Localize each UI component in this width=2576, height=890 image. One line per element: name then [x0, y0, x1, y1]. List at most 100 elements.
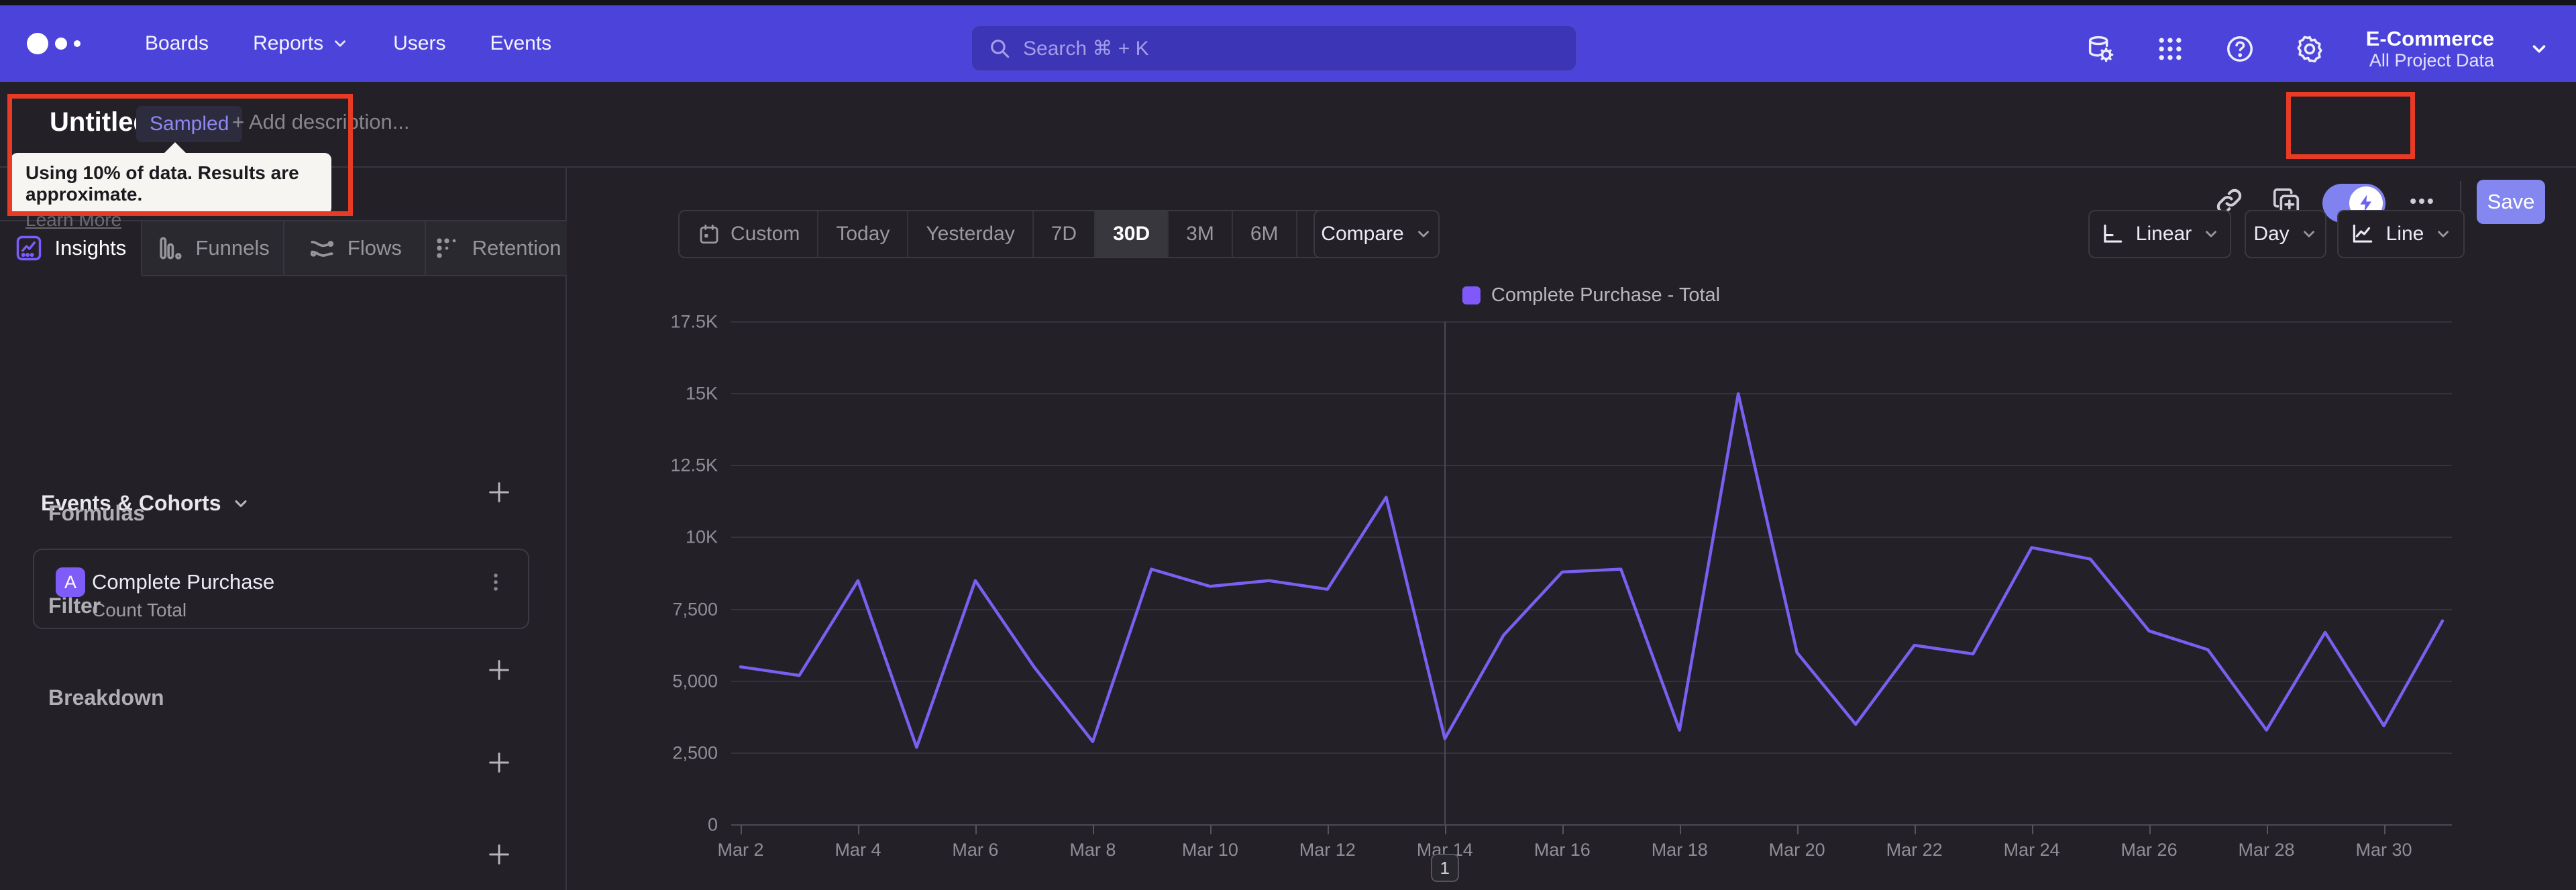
chart-type-dropdown[interactable]: Line [2337, 210, 2465, 258]
chart-type-label: Line [2385, 223, 2424, 245]
y-axis-label: 7,500 [672, 599, 718, 620]
range-yesterday[interactable]: Yesterday [908, 211, 1034, 257]
range-custom[interactable]: Custom [680, 211, 819, 257]
compare-label: Compare [1321, 223, 1404, 245]
section-filter: Filter [48, 594, 101, 618]
y-axis-label: 12.5K [670, 455, 718, 476]
interval-label: Day [2253, 223, 2290, 245]
event-letter-badge: A [56, 567, 85, 597]
chevron-down-icon [2303, 231, 2314, 237]
kebab-menu-icon[interactable] [482, 569, 509, 596]
compare-dropdown[interactable]: Compare [1313, 210, 1440, 258]
x-axis-tick [1796, 825, 1799, 834]
x-axis-label: Mar 30 [2355, 840, 2412, 860]
range-label: Custom [731, 223, 800, 245]
x-axis-tick [741, 825, 742, 834]
x-axis-label: Mar 24 [2003, 840, 2060, 860]
legend-label: Complete Purchase - Total [1491, 284, 1721, 306]
add-description-button[interactable]: + Add description... [232, 110, 410, 134]
chevron-down-icon [1417, 231, 1429, 237]
nav-item-label: Reports [253, 32, 324, 54]
project-switcher[interactable]: E-Commerce All Project Data [2366, 27, 2494, 72]
nav-item-events[interactable]: Events [490, 32, 551, 55]
nav-item-reports[interactable]: Reports [253, 32, 349, 55]
x-axis-tick [1444, 825, 1446, 834]
x-axis-label: Mar 4 [835, 840, 881, 860]
y-axis-label: 15K [685, 383, 718, 404]
nav-item-label: Events [490, 32, 552, 54]
add-breakdown-button[interactable] [484, 840, 514, 869]
annotation-chip[interactable]: 1 [1430, 854, 1459, 882]
search-input[interactable]: Search ⌘ + K [971, 25, 1576, 71]
date-range-control: Custom Today Yesterday 7D 30D 3M 6M 12M [678, 210, 1373, 258]
add-formula-button[interactable] [484, 655, 514, 685]
apps-grid-icon[interactable] [2153, 32, 2188, 66]
x-axis-label: Mar 18 [1651, 840, 1708, 860]
range-label: 3M [1186, 223, 1214, 245]
y-axis-label: 10K [685, 526, 718, 547]
report-title[interactable]: Untitled [50, 107, 150, 137]
interval-dropdown[interactable]: Day [2245, 210, 2326, 258]
series-line [739, 392, 2445, 749]
range-label: 6M [1250, 223, 1279, 245]
chevron-down-icon[interactable] [2529, 39, 2549, 59]
mixpanel-logo[interactable] [27, 33, 80, 54]
chart-series-svg [739, 392, 2445, 749]
x-axis-label: Mar 6 [952, 840, 999, 860]
x-axis-label: Mar 20 [1768, 840, 1825, 860]
query-builder-sidebar: Insights Funnels Flows Retention Events … [0, 168, 567, 890]
retention-icon [437, 238, 456, 258]
range-6m[interactable]: 6M [1233, 211, 1297, 257]
x-axis-tick [857, 825, 859, 834]
add-filter-button[interactable] [484, 748, 514, 777]
range-7d[interactable]: 7D [1034, 211, 1096, 257]
chart-legend[interactable]: Complete Purchase - Total [1462, 284, 1720, 307]
save-button[interactable]: Save [2477, 180, 2545, 224]
range-3m[interactable]: 3M [1169, 211, 1233, 257]
range-label: 30D [1113, 223, 1150, 245]
flows-icon [310, 241, 334, 257]
add-event-button[interactable] [484, 478, 514, 507]
insights-icon [17, 235, 42, 261]
x-axis-tick [1327, 825, 1329, 834]
range-today[interactable]: Today [818, 211, 909, 257]
x-axis-tick [2031, 825, 2033, 834]
tab-retention[interactable]: Retention [426, 221, 567, 276]
nav-item-label: Boards [145, 32, 209, 54]
calendar-icon [700, 224, 718, 244]
chevron-down-icon [2438, 231, 2449, 237]
event-name[interactable]: Complete Purchase [92, 570, 274, 594]
learn-more-link[interactable]: Learn More [25, 209, 121, 231]
scale-dropdown[interactable]: Linear [2088, 210, 2231, 258]
search-icon [991, 40, 1010, 58]
search-placeholder: Search ⌘ + K [1023, 37, 1149, 60]
nav-item-users[interactable]: Users [393, 32, 445, 55]
tab-label: Flows [347, 236, 402, 260]
event-card[interactable]: A Complete Purchase Count Total [33, 549, 529, 629]
tab-label: Insights [54, 236, 127, 260]
event-metric[interactable]: Count Total [92, 600, 186, 621]
y-axis-label: 2,500 [672, 742, 718, 763]
settings-gear-icon[interactable] [2292, 32, 2327, 66]
chevron-down-icon [335, 40, 346, 47]
x-axis-label: Mar 10 [1181, 840, 1238, 860]
range-label: Yesterday [926, 223, 1015, 245]
linear-axis-icon [2104, 224, 2123, 243]
help-icon[interactable] [2222, 32, 2257, 66]
x-axis-tick [975, 825, 977, 834]
x-axis-label: Mar 26 [2121, 840, 2178, 860]
x-axis-tick [1562, 825, 1564, 834]
range-30d[interactable]: 30D [1095, 211, 1169, 257]
x-axis-tick [2266, 825, 2268, 834]
nav-item-label: Users [393, 32, 446, 54]
legend-swatch [1462, 286, 1481, 304]
x-axis-tick [1914, 825, 1916, 834]
x-axis-tick [2149, 825, 2151, 834]
tab-label: Funnels [195, 236, 270, 260]
nav-item-boards[interactable]: Boards [145, 32, 209, 55]
x-axis-tick [1092, 825, 1094, 834]
tooltip-message: Using 10% of data. Results are approxima… [25, 162, 299, 205]
sampled-badge[interactable]: Sampled [136, 106, 243, 142]
line-chart[interactable]: 0 2,500 5,000 7,500 10K 12.5K 15K 17.5K Mar 2 Mar… [670, 312, 2452, 882]
data-management-icon[interactable] [2083, 32, 2118, 66]
